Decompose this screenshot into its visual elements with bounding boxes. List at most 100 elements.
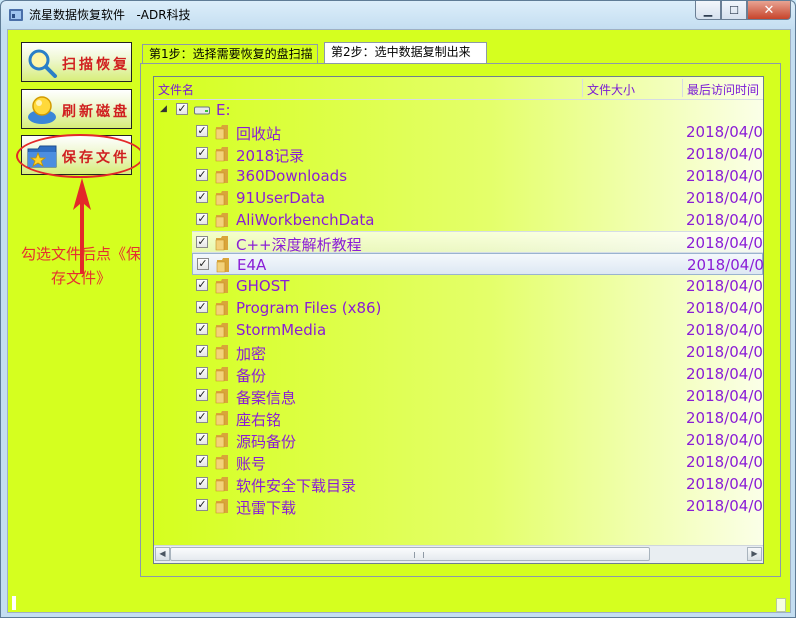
close-button[interactable]: ✕ [747, 1, 791, 20]
item-checkbox[interactable]: ✓ [196, 367, 208, 379]
item-checkbox[interactable]: ✓ [196, 125, 208, 137]
item-checkbox[interactable]: ✓ [196, 455, 208, 467]
folder-icon [215, 213, 228, 228]
list-item[interactable]: ✓ 91UserData 2018/04/0 [154, 187, 763, 209]
item-last-access: 2018/04/0 [686, 431, 763, 449]
folder-icon [215, 323, 228, 338]
item-name: 软件安全下载目录 [236, 477, 357, 495]
folder-icon [215, 433, 228, 448]
item-name: 源码备份 [236, 433, 297, 451]
item-name: 备份 [236, 367, 267, 385]
item-checkbox[interactable]: ✓ [196, 389, 208, 401]
list-item[interactable]: ✓ 回收站 2018/04/0 [154, 121, 763, 143]
maximize-button[interactable]: ☐ [721, 1, 747, 20]
list-item[interactable]: ✓ E4A 2018/04/0 [192, 253, 763, 275]
list-item[interactable]: ✓ C++深度解析教程 2018/04/0 [192, 231, 763, 254]
list-item[interactable]: ✓ 360Downloads 2018/04/0 [154, 165, 763, 187]
list-item[interactable]: ✓ 账号 2018/04/0 [154, 451, 763, 473]
tab-step2[interactable]: 第2步：选中数据复制出来 [324, 42, 487, 64]
list-item[interactable]: ✓ 加密 2018/04/0 [154, 341, 763, 363]
column-last-access[interactable]: 最后访问时间 [687, 81, 759, 98]
column-filename[interactable]: 文件名 [158, 81, 194, 98]
window-title: 流星数据恢复软件 -ADR科技 [29, 8, 191, 22]
list-item[interactable]: ✓ 迅雷下载 2018/04/0 [154, 495, 763, 517]
folder-icon [216, 258, 229, 273]
item-name: 回收站 [236, 125, 282, 143]
folder-icon [215, 367, 228, 382]
item-last-access: 2018/04/0 [686, 167, 763, 185]
item-name: Program Files (x86) [236, 299, 382, 317]
item-checkbox[interactable]: ✓ [196, 213, 208, 225]
title-bar[interactable]: 流星数据恢复软件 -ADR科技 ▁ ☐ ✕ [1, 1, 795, 29]
folder-icon [215, 279, 228, 294]
folder-icon [215, 301, 228, 316]
item-last-access: 2018/04/0 [686, 321, 763, 339]
column-divider[interactable] [582, 79, 583, 97]
file-tree-list[interactable]: 文件名 文件大小 最后访问时间 ◢ ✓ E: ✓ 回收站 2018/04/0 ✓ 201… [153, 76, 764, 564]
main-client-area: 扫描恢复 刷新磁盘 保存文件 勾选文件后点《保存文件》 第1步：选择需要恢复的盘… [7, 29, 791, 613]
item-checkbox[interactable]: ✓ [196, 433, 208, 445]
folder-icon [215, 411, 228, 426]
column-divider[interactable] [682, 79, 683, 97]
scroll-left-arrow[interactable]: ◀ [155, 547, 170, 561]
folder-icon [215, 236, 228, 251]
root-checkbox[interactable]: ✓ [176, 103, 188, 115]
highlight-ellipse [16, 134, 144, 178]
list-item[interactable]: ✓ Program Files (x86) 2018/04/0 [154, 297, 763, 319]
item-name: 91UserData [236, 189, 326, 207]
window-controls: ▁ ☐ ✕ [695, 1, 791, 21]
item-checkbox[interactable]: ✓ [196, 169, 208, 181]
item-checkbox[interactable]: ✓ [196, 301, 208, 313]
item-checkbox[interactable]: ✓ [197, 258, 209, 270]
list-item[interactable]: ✓ GHOST 2018/04/0 [154, 275, 763, 297]
item-last-access: 2018/04/0 [686, 497, 763, 515]
tab-step1[interactable]: 第1步：选择需要恢复的盘扫描 [142, 44, 318, 64]
scan-recover-label: 扫描恢复 [62, 57, 130, 73]
item-last-access: 2018/04/0 [686, 475, 763, 493]
item-checkbox[interactable]: ✓ [196, 411, 208, 423]
refresh-disk-button[interactable]: 刷新磁盘 [21, 89, 132, 129]
app-window: 流星数据恢复软件 -ADR科技 ▁ ☐ ✕ 扫描恢复 刷新磁盘 保存文件 勾选文… [0, 0, 796, 618]
folder-icon [215, 455, 228, 470]
list-item[interactable]: ✓ 备案信息 2018/04/0 [154, 385, 763, 407]
scroll-right-arrow[interactable]: ▶ [747, 547, 762, 561]
resize-grip[interactable] [776, 598, 786, 612]
item-last-access: 2018/04/0 [686, 343, 763, 361]
list-item[interactable]: ✓ 源码备份 2018/04/0 [154, 429, 763, 451]
horizontal-scrollbar[interactable]: ◀ ▶ [154, 545, 763, 563]
folder-icon [215, 169, 228, 184]
item-checkbox[interactable]: ✓ [196, 147, 208, 159]
root-drive-label: E: [216, 101, 231, 119]
list-item[interactable]: ✓ 2018记录 2018/04/0 [154, 143, 763, 165]
list-item[interactable]: ✓ 软件安全下载目录 2018/04/0 [154, 473, 763, 495]
item-last-access: 2018/04/0 [686, 145, 763, 163]
item-checkbox[interactable]: ✓ [196, 236, 208, 248]
instruction-annotation: 勾选文件后点《保存文件》 [20, 245, 141, 287]
list-item[interactable]: ✓ StormMedia 2018/04/0 [154, 319, 763, 341]
scan-recover-button[interactable]: 扫描恢复 [21, 42, 132, 82]
list-item[interactable]: ✓ 座右铭 2018/04/0 [154, 407, 763, 429]
item-checkbox[interactable]: ✓ [196, 323, 208, 335]
tree-root-row[interactable]: ◢ ✓ E: [154, 99, 763, 121]
tab-panel: 文件名 文件大小 最后访问时间 ◢ ✓ E: ✓ 回收站 2018/04/0 ✓ 201… [140, 63, 781, 577]
item-name: AliWorkbenchData [236, 211, 375, 229]
item-last-access: 2018/04/0 [686, 453, 763, 471]
minimize-button[interactable]: ▁ [695, 1, 721, 20]
item-checkbox[interactable]: ✓ [196, 499, 208, 511]
item-name: 备案信息 [236, 389, 297, 407]
list-item[interactable]: ✓ AliWorkbenchData 2018/04/0 [154, 209, 763, 231]
scroll-thumb[interactable] [170, 547, 650, 561]
item-last-access: 2018/04/0 [687, 256, 764, 274]
item-checkbox[interactable]: ✓ [196, 477, 208, 489]
item-checkbox[interactable]: ✓ [196, 279, 208, 291]
list-item[interactable]: ✓ 备份 2018/04/0 [154, 363, 763, 385]
refresh-disk-label: 刷新磁盘 [62, 104, 130, 120]
expand-arrow-icon[interactable]: ◢ [160, 104, 167, 114]
item-last-access: 2018/04/0 [686, 277, 763, 295]
folder-icon [215, 389, 228, 404]
item-last-access: 2018/04/0 [686, 234, 763, 252]
item-checkbox[interactable]: ✓ [196, 345, 208, 357]
item-checkbox[interactable]: ✓ [196, 191, 208, 203]
maximize-icon: ☐ [729, 3, 739, 17]
column-filesize[interactable]: 文件大小 [587, 81, 635, 98]
